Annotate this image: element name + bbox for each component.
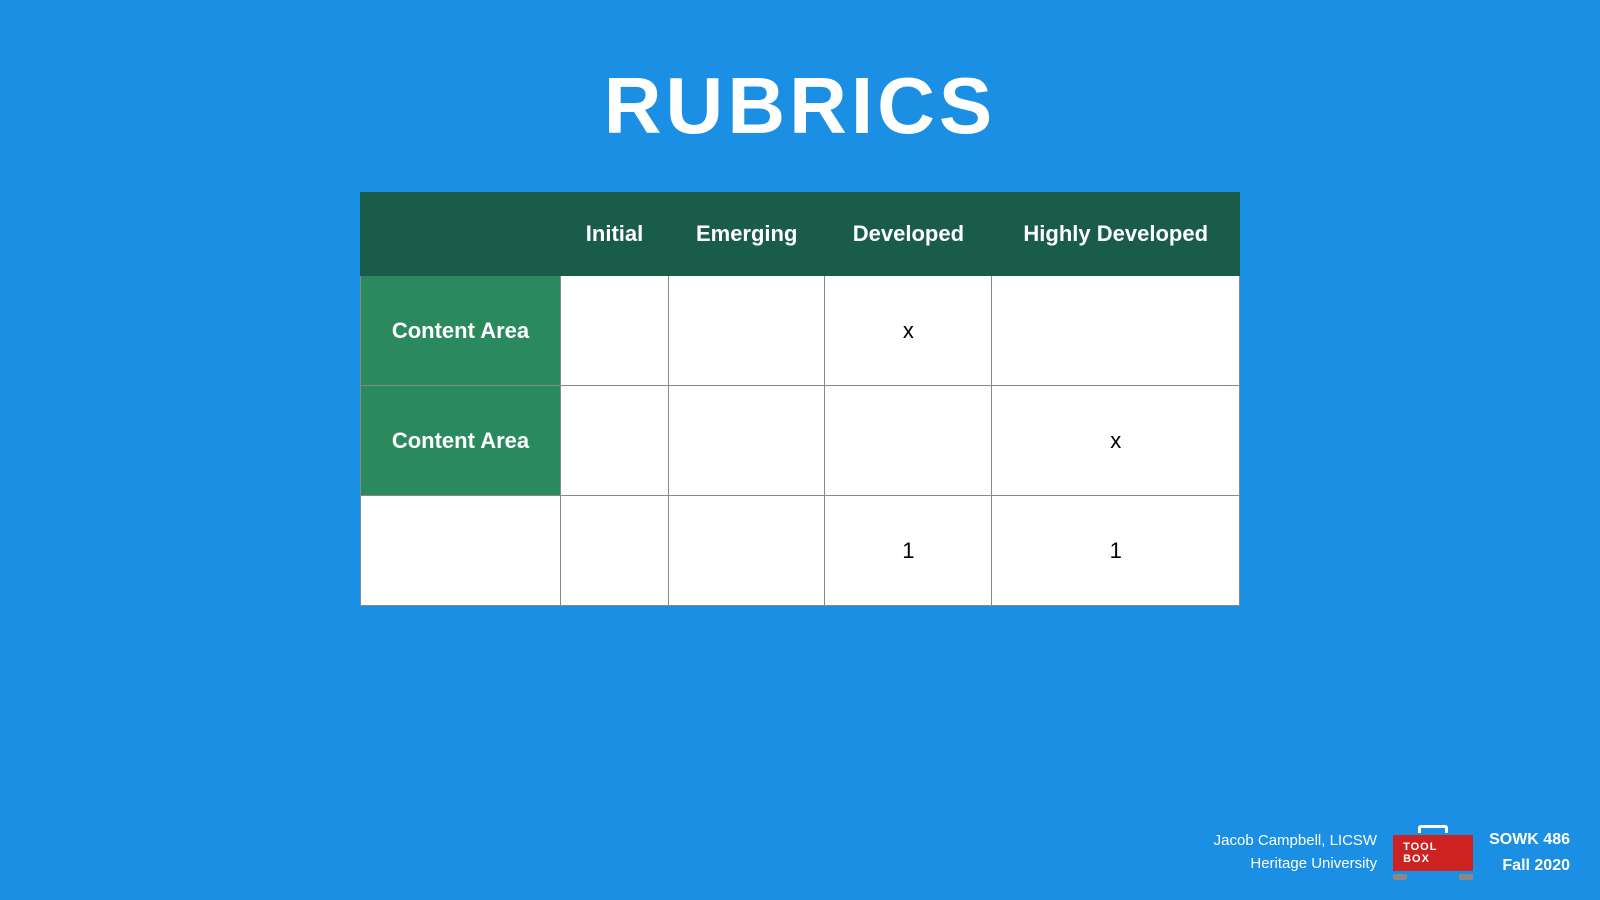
toolbox-label: TOOL BOX xyxy=(1403,841,1463,865)
col-header-initial: Initial xyxy=(561,193,669,276)
table-row: Content Area x xyxy=(361,276,1240,386)
toolbox-body: TOOL BOX xyxy=(1393,835,1473,871)
col-header-highly-developed: Highly Developed xyxy=(992,193,1240,276)
row1-emerging xyxy=(669,276,825,386)
col-header-developed: Developed xyxy=(825,193,992,276)
page-title: RUBRICS xyxy=(0,0,1600,152)
col-header-label xyxy=(361,193,561,276)
row3-highly-developed: 1 xyxy=(992,496,1240,606)
row2-initial xyxy=(561,386,669,496)
main-heading: RUBRICS xyxy=(0,60,1600,152)
row-label-3 xyxy=(361,496,561,606)
table-body: Content Area x Content Area x 1 1 xyxy=(361,276,1240,606)
toolbox-latches xyxy=(1393,874,1473,880)
latch-right xyxy=(1459,874,1473,880)
table-header: Initial Emerging Developed Highly Develo… xyxy=(361,193,1240,276)
course-info: SOWK 486 Fall 2020 xyxy=(1489,827,1570,878)
toolbox-handle xyxy=(1418,825,1448,833)
rubrics-table: Initial Emerging Developed Highly Develo… xyxy=(360,192,1240,606)
row3-developed: 1 xyxy=(825,496,992,606)
row2-emerging xyxy=(669,386,825,496)
instructor-name: Jacob Campbell, LICSW xyxy=(1214,830,1377,853)
row-label-2: Content Area xyxy=(361,386,561,496)
row1-initial xyxy=(561,276,669,386)
footer-instructor-info: Jacob Campbell, LICSW Heritage Universit… xyxy=(1214,830,1377,875)
footer: Jacob Campbell, LICSW Heritage Universit… xyxy=(1214,825,1570,880)
course-term: Fall 2020 xyxy=(1489,853,1570,879)
table-row: Content Area x xyxy=(361,386,1240,496)
row1-developed: x xyxy=(825,276,992,386)
col-header-emerging: Emerging xyxy=(669,193,825,276)
latch-left xyxy=(1393,874,1407,880)
row2-developed xyxy=(825,386,992,496)
institution-name: Heritage University xyxy=(1214,853,1377,876)
table-wrapper: Initial Emerging Developed Highly Develo… xyxy=(0,192,1600,606)
row2-highly-developed: x xyxy=(992,386,1240,496)
toolbox-icon: TOOL BOX xyxy=(1393,825,1473,880)
row3-emerging xyxy=(669,496,825,606)
row3-initial xyxy=(561,496,669,606)
course-code: SOWK 486 xyxy=(1489,827,1570,853)
row-label-1: Content Area xyxy=(361,276,561,386)
table-row: 1 1 xyxy=(361,496,1240,606)
row1-highly-developed xyxy=(992,276,1240,386)
